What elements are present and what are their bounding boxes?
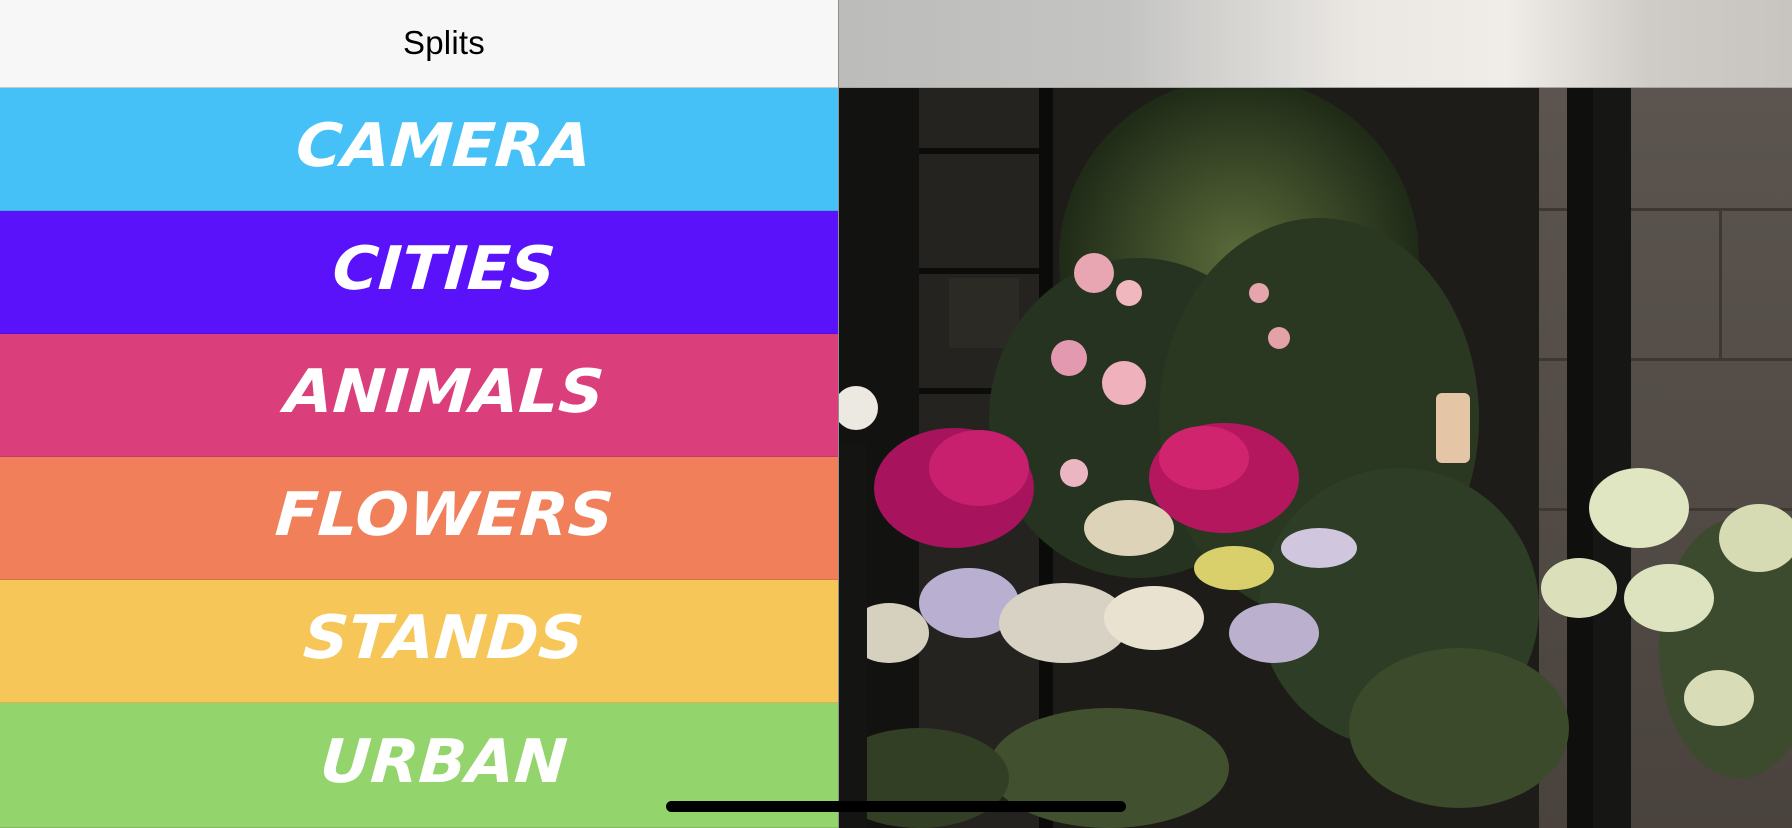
home-indicator[interactable] bbox=[666, 801, 1126, 812]
category-label: CAMERA bbox=[293, 111, 595, 181]
category-row-camera[interactable]: CAMERA bbox=[0, 88, 838, 211]
category-label: URBAN bbox=[318, 727, 570, 797]
master-pane: Splits CAMERA CITIES ANIMALS FLOWERS STA… bbox=[0, 0, 838, 828]
category-label: STANDS bbox=[301, 603, 587, 673]
category-label: FLOWERS bbox=[272, 480, 616, 550]
category-row-cities[interactable]: CITIES bbox=[0, 211, 838, 334]
detail-navigation-bar bbox=[839, 0, 1792, 88]
detail-pane bbox=[839, 0, 1792, 828]
category-row-flowers[interactable]: FLOWERS bbox=[0, 457, 838, 580]
flower-shop-photo bbox=[839, 88, 1792, 828]
category-row-stands[interactable]: STANDS bbox=[0, 580, 838, 703]
category-row-animals[interactable]: ANIMALS bbox=[0, 334, 838, 457]
navigation-title: Splits bbox=[403, 23, 485, 61]
category-label: CITIES bbox=[330, 234, 558, 304]
category-label: ANIMALS bbox=[282, 357, 606, 427]
split-view-screen: Splits CAMERA CITIES ANIMALS FLOWERS STA… bbox=[0, 0, 1792, 828]
master-navigation-bar: Splits bbox=[0, 0, 838, 88]
category-list: CAMERA CITIES ANIMALS FLOWERS STANDS URB… bbox=[0, 88, 838, 828]
